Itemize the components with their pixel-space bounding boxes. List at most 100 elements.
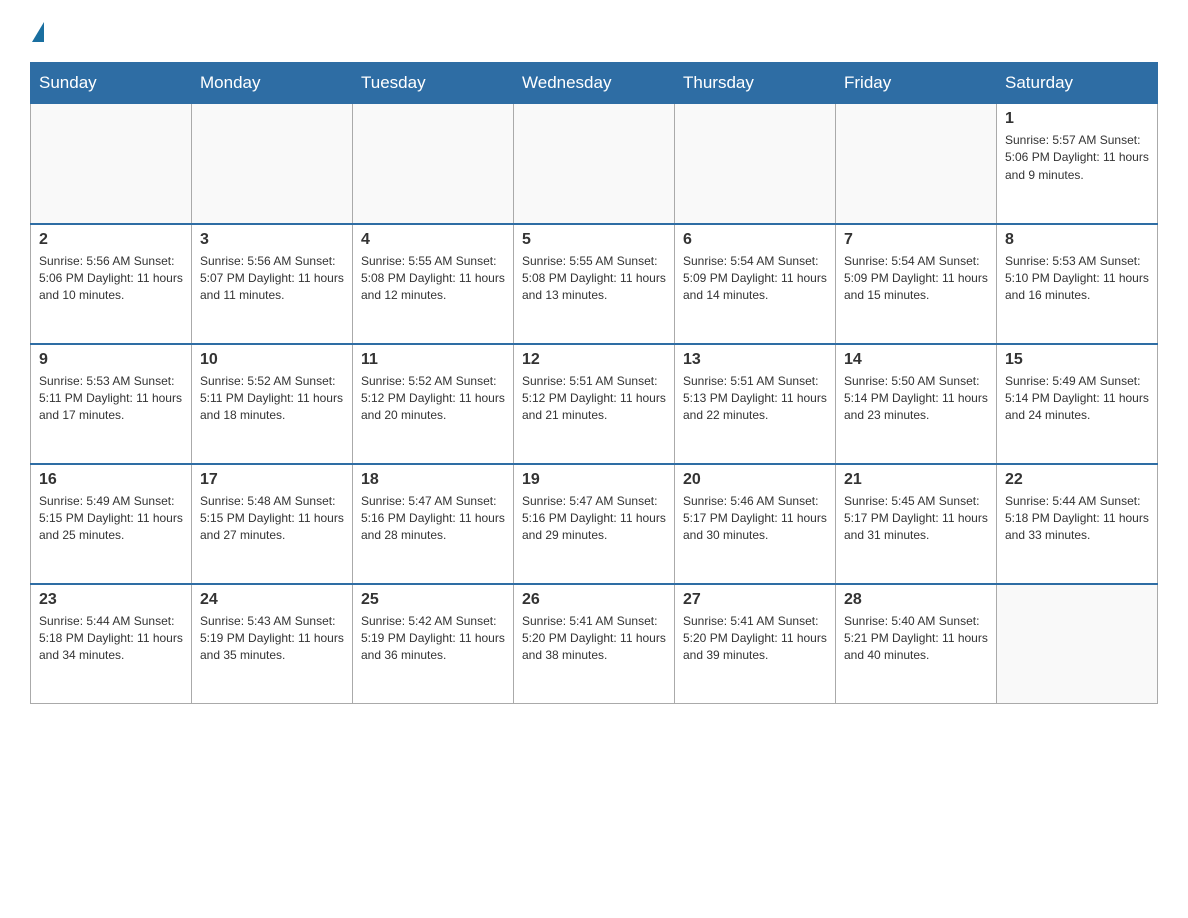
calendar-week-row: 23 Sunrise: 5:44 AM Sunset: 5:18 PM Dayli… <box>31 584 1158 704</box>
day-info: Sunrise: 5:44 AM Sunset: 5:18 PM Dayligh… <box>1005 493 1149 545</box>
calendar-day-cell: 26 Sunrise: 5:41 AM Sunset: 5:20 PM Dayli… <box>514 584 675 704</box>
calendar-header-row: SundayMondayTuesdayWednesdayThursdayFrid… <box>31 63 1158 104</box>
calendar-day-cell <box>353 104 514 224</box>
calendar-day-cell: 7 Sunrise: 5:54 AM Sunset: 5:09 PM Daylig… <box>836 224 997 344</box>
day-number: 23 <box>39 591 183 609</box>
calendar-week-row: 9 Sunrise: 5:53 AM Sunset: 5:11 PM Daylig… <box>31 344 1158 464</box>
day-number: 28 <box>844 591 988 609</box>
calendar-day-cell: 4 Sunrise: 5:55 AM Sunset: 5:08 PM Daylig… <box>353 224 514 344</box>
day-number: 25 <box>361 591 505 609</box>
calendar-day-header: Monday <box>192 63 353 104</box>
calendar-day-cell <box>836 104 997 224</box>
calendar-day-cell: 18 Sunrise: 5:47 AM Sunset: 5:16 PM Dayli… <box>353 464 514 584</box>
day-info: Sunrise: 5:44 AM Sunset: 5:18 PM Dayligh… <box>39 613 183 665</box>
day-info: Sunrise: 5:54 AM Sunset: 5:09 PM Dayligh… <box>844 253 988 305</box>
day-number: 15 <box>1005 351 1149 369</box>
calendar-week-row: 1 Sunrise: 5:57 AM Sunset: 5:06 PM Daylig… <box>31 104 1158 224</box>
day-number: 20 <box>683 471 827 489</box>
day-info: Sunrise: 5:55 AM Sunset: 5:08 PM Dayligh… <box>361 253 505 305</box>
calendar-day-cell: 14 Sunrise: 5:50 AM Sunset: 5:14 PM Dayli… <box>836 344 997 464</box>
day-number: 27 <box>683 591 827 609</box>
day-info: Sunrise: 5:57 AM Sunset: 5:06 PM Dayligh… <box>1005 132 1149 184</box>
day-number: 26 <box>522 591 666 609</box>
calendar-day-cell: 6 Sunrise: 5:54 AM Sunset: 5:09 PM Daylig… <box>675 224 836 344</box>
day-number: 16 <box>39 471 183 489</box>
day-number: 4 <box>361 231 505 249</box>
calendar-day-cell: 8 Sunrise: 5:53 AM Sunset: 5:10 PM Daylig… <box>997 224 1158 344</box>
day-number: 12 <box>522 351 666 369</box>
calendar-day-header: Friday <box>836 63 997 104</box>
day-info: Sunrise: 5:42 AM Sunset: 5:19 PM Dayligh… <box>361 613 505 665</box>
calendar-day-cell: 28 Sunrise: 5:40 AM Sunset: 5:21 PM Dayli… <box>836 584 997 704</box>
calendar-day-cell: 23 Sunrise: 5:44 AM Sunset: 5:18 PM Dayli… <box>31 584 192 704</box>
day-info: Sunrise: 5:41 AM Sunset: 5:20 PM Dayligh… <box>683 613 827 665</box>
calendar-day-cell: 21 Sunrise: 5:45 AM Sunset: 5:17 PM Dayli… <box>836 464 997 584</box>
day-info: Sunrise: 5:55 AM Sunset: 5:08 PM Dayligh… <box>522 253 666 305</box>
day-info: Sunrise: 5:43 AM Sunset: 5:19 PM Dayligh… <box>200 613 344 665</box>
calendar-day-cell: 25 Sunrise: 5:42 AM Sunset: 5:19 PM Dayli… <box>353 584 514 704</box>
day-number: 19 <box>522 471 666 489</box>
day-info: Sunrise: 5:51 AM Sunset: 5:13 PM Dayligh… <box>683 373 827 425</box>
calendar-day-cell <box>192 104 353 224</box>
calendar-week-row: 16 Sunrise: 5:49 AM Sunset: 5:15 PM Dayli… <box>31 464 1158 584</box>
logo-triangle-icon <box>32 22 44 42</box>
day-info: Sunrise: 5:47 AM Sunset: 5:16 PM Dayligh… <box>522 493 666 545</box>
day-number: 2 <box>39 231 183 249</box>
calendar-day-cell <box>997 584 1158 704</box>
day-number: 7 <box>844 231 988 249</box>
day-info: Sunrise: 5:48 AM Sunset: 5:15 PM Dayligh… <box>200 493 344 545</box>
calendar-week-row: 2 Sunrise: 5:56 AM Sunset: 5:06 PM Daylig… <box>31 224 1158 344</box>
calendar-day-cell: 1 Sunrise: 5:57 AM Sunset: 5:06 PM Daylig… <box>997 104 1158 224</box>
day-info: Sunrise: 5:40 AM Sunset: 5:21 PM Dayligh… <box>844 613 988 665</box>
day-info: Sunrise: 5:53 AM Sunset: 5:11 PM Dayligh… <box>39 373 183 425</box>
day-info: Sunrise: 5:47 AM Sunset: 5:16 PM Dayligh… <box>361 493 505 545</box>
day-number: 8 <box>1005 231 1149 249</box>
day-number: 14 <box>844 351 988 369</box>
calendar-day-header: Wednesday <box>514 63 675 104</box>
calendar-day-cell <box>514 104 675 224</box>
calendar-day-cell: 5 Sunrise: 5:55 AM Sunset: 5:08 PM Daylig… <box>514 224 675 344</box>
day-number: 3 <box>200 231 344 249</box>
logo <box>30 20 44 42</box>
calendar-day-cell: 12Sunrise: 5:51 AM Sunset: 5:12 PM Dayli… <box>514 344 675 464</box>
calendar-day-cell: 9 Sunrise: 5:53 AM Sunset: 5:11 PM Daylig… <box>31 344 192 464</box>
day-number: 11 <box>361 351 505 369</box>
day-number: 6 <box>683 231 827 249</box>
calendar-day-cell: 3 Sunrise: 5:56 AM Sunset: 5:07 PM Daylig… <box>192 224 353 344</box>
day-info: Sunrise: 5:54 AM Sunset: 5:09 PM Dayligh… <box>683 253 827 305</box>
day-info: Sunrise: 5:45 AM Sunset: 5:17 PM Dayligh… <box>844 493 988 545</box>
day-info: Sunrise: 5:41 AM Sunset: 5:20 PM Dayligh… <box>522 613 666 665</box>
calendar-day-cell: 10Sunrise: 5:52 AM Sunset: 5:11 PM Dayli… <box>192 344 353 464</box>
day-number: 9 <box>39 351 183 369</box>
calendar-day-cell: 20 Sunrise: 5:46 AM Sunset: 5:17 PM Dayli… <box>675 464 836 584</box>
calendar-day-cell: 11 Sunrise: 5:52 AM Sunset: 5:12 PM Dayli… <box>353 344 514 464</box>
calendar-table: SundayMondayTuesdayWednesdayThursdayFrid… <box>30 62 1158 704</box>
day-number: 1 <box>1005 110 1149 128</box>
day-info: Sunrise: 5:53 AM Sunset: 5:10 PM Dayligh… <box>1005 253 1149 305</box>
calendar-day-cell: 24 Sunrise: 5:43 AM Sunset: 5:19 PM Dayli… <box>192 584 353 704</box>
calendar-day-cell: 15 Sunrise: 5:49 AM Sunset: 5:14 PM Dayli… <box>997 344 1158 464</box>
calendar-day-cell: 22Sunrise: 5:44 AM Sunset: 5:18 PM Dayli… <box>997 464 1158 584</box>
calendar-day-header: Sunday <box>31 63 192 104</box>
day-info: Sunrise: 5:56 AM Sunset: 5:06 PM Dayligh… <box>39 253 183 305</box>
calendar-day-cell: 19 Sunrise: 5:47 AM Sunset: 5:16 PM Dayli… <box>514 464 675 584</box>
day-number: 24 <box>200 591 344 609</box>
calendar-day-cell: 27 Sunrise: 5:41 AM Sunset: 5:20 PM Dayli… <box>675 584 836 704</box>
day-info: Sunrise: 5:46 AM Sunset: 5:17 PM Dayligh… <box>683 493 827 545</box>
day-number: 13 <box>683 351 827 369</box>
page-header <box>30 20 1158 42</box>
day-number: 21 <box>844 471 988 489</box>
day-number: 18 <box>361 471 505 489</box>
calendar-day-cell: 16 Sunrise: 5:49 AM Sunset: 5:15 PM Dayli… <box>31 464 192 584</box>
day-info: Sunrise: 5:52 AM Sunset: 5:12 PM Dayligh… <box>361 373 505 425</box>
day-info: Sunrise: 5:49 AM Sunset: 5:15 PM Dayligh… <box>39 493 183 545</box>
calendar-day-cell <box>31 104 192 224</box>
day-info: Sunrise: 5:56 AM Sunset: 5:07 PM Dayligh… <box>200 253 344 305</box>
calendar-day-cell <box>675 104 836 224</box>
calendar-day-header: Saturday <box>997 63 1158 104</box>
calendar-day-header: Tuesday <box>353 63 514 104</box>
day-number: 5 <box>522 231 666 249</box>
day-number: 17 <box>200 471 344 489</box>
day-info: Sunrise: 5:50 AM Sunset: 5:14 PM Dayligh… <box>844 373 988 425</box>
day-info: Sunrise: 5:49 AM Sunset: 5:14 PM Dayligh… <box>1005 373 1149 425</box>
